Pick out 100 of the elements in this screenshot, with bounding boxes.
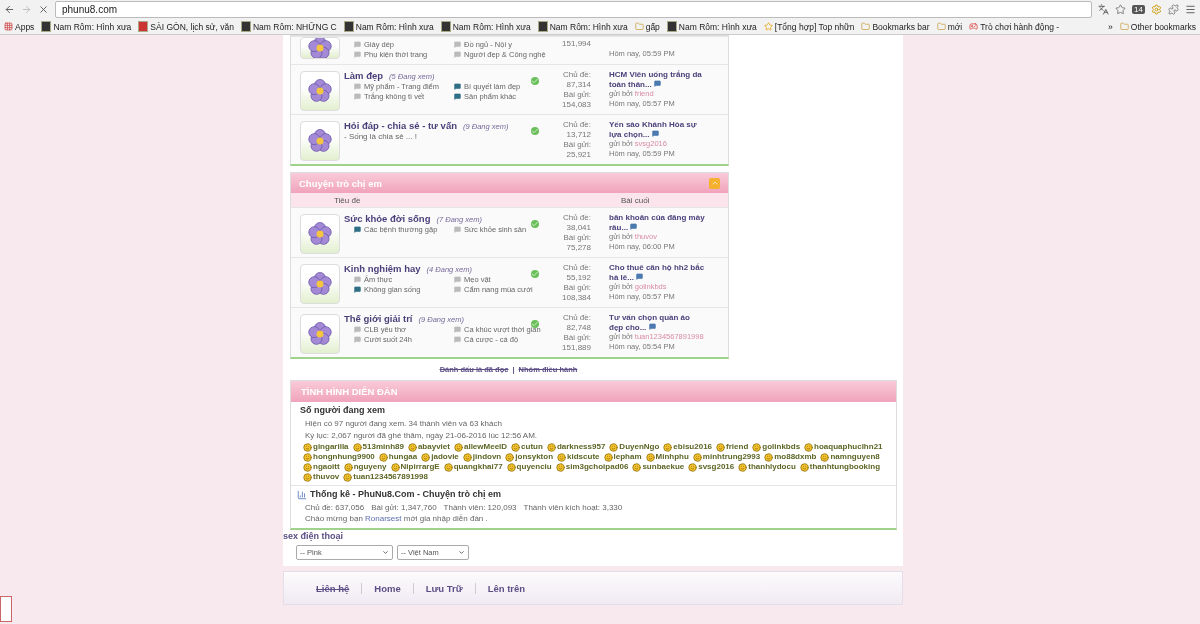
footer-link[interactable]: Home [361,582,413,594]
online-summary: Hiện có 97 người đang xem. 34 thành viên và 63 khách [304,418,503,429]
side-widget-icon[interactable] [0,596,12,622]
online-user[interactable]: mo88dxmb [764,452,817,462]
bookmark-item[interactable]: Bookmarks bar [861,21,930,32]
online-user[interactable]: sunbaekue [632,462,685,472]
online-user[interactable]: kidscute [557,452,600,462]
footer-link[interactable]: Lên trên [474,582,538,594]
stat-text: Chủ đề: [561,120,591,130]
extension-icon[interactable] [1168,4,1179,15]
bookmark-item[interactable]: Trò chơi hành động - [969,21,1060,32]
online-user[interactable]: quangkhai77 [443,462,503,472]
online-user[interactable]: quyenciu [506,462,552,472]
folder-icon [861,22,871,31]
online-user[interactable]: ngaoitt [303,462,340,472]
bookmark-item[interactable]: Nam Rôm: Hình xưa [537,21,628,32]
stat-text: 13,712 [565,130,591,140]
online-user[interactable]: thanhtungbooking [799,462,880,472]
online-user[interactable]: hungaa [378,452,418,462]
last-post-title[interactable]: HCM Viên uống trắng da toàn thân... [609,70,705,89]
column-header: Bài cuối [621,195,650,205]
online-user[interactable]: ebisu2016 [663,442,713,452]
forum-title[interactable]: Thế giới giải trí [344,313,413,324]
bookmark-item[interactable]: Nam Rôm: Hình xưa [440,21,531,32]
check-icon [531,127,539,135]
text-link[interactable]: sex điện thoại [283,531,897,541]
stat-text: 75,278 [565,243,591,253]
online-user[interactable]: DuyenNgo [609,442,660,452]
online-user[interactable]: hongnhung9900 [303,452,375,462]
address-field[interactable]: phunu8.com [55,1,1093,18]
online-user[interactable]: svsg2016 [688,462,735,472]
online-user[interactable]: jadovie [421,452,459,462]
smiley-icon [557,452,567,462]
stat-text: Chủ đề: [561,70,591,80]
close-icon[interactable] [38,4,49,15]
forum-title[interactable]: Hỏi đáp - chia sẻ - tư vấn [344,120,457,131]
online-user[interactable]: hoaquaphuclhn21 [804,442,883,452]
online-user[interactable]: friend [716,442,749,452]
online-user[interactable]: 513minh89 [352,442,404,452]
forum-title[interactable]: Kinh nghiệm hay [344,263,421,274]
online-user[interactable]: namnguyen8 [820,452,880,462]
check-icon [531,320,539,328]
smiley-icon [462,452,472,462]
speech-bubble-icon[interactable] [651,129,659,137]
chevron-up-icon [710,179,719,187]
online-user[interactable]: gingarilla [303,442,349,452]
bookmark-item[interactable]: Nam Rôm: Hình xưa [666,21,757,32]
folder-icon [936,22,946,31]
stat-text: Chủ đề: [561,263,591,273]
online-user[interactable]: jindovn [462,452,502,462]
star-icon[interactable] [1115,4,1127,15]
forum-description: - Sống là chia sẻ ... ! [344,132,418,141]
bookmark-item[interactable]: Nam Rôm: Hình xưa [41,21,132,32]
user-link[interactable]: Ronarsest [365,514,402,523]
online-user[interactable]: darkness957 [546,442,606,452]
bookmark-item[interactable]: gấp [634,21,660,32]
speech-bubble-icon[interactable] [648,322,656,330]
speech-bubble-icon[interactable] [653,79,661,87]
smiley-icon [343,462,353,472]
bookmark-item[interactable]: SÀI GÒN, lịch sử, văn [138,21,234,32]
last-post-title[interactable]: Tư vấn chọn quần áo đẹp cho... [609,313,705,332]
last-post-title[interactable]: Yến sào Khánh Hòa sự lựa chọn... [609,120,705,139]
online-user[interactable]: tuan1234567891998 [343,472,428,482]
online-user[interactable]: Minhphu [645,452,689,462]
online-user[interactable]: thanhlydocu [738,462,796,472]
back-icon[interactable] [4,4,15,15]
last-post-title[interactable]: Cho thuê căn hộ hh2 bắc hà lê... [609,263,705,282]
online-user[interactable]: sim3gchoipad06 [555,462,629,472]
speech-bubble-icon[interactable] [636,272,644,280]
footer-link[interactable]: Liên hệ [304,582,362,594]
online-user[interactable]: thuvov [303,472,340,482]
menu-icon[interactable] [1185,4,1196,15]
smiley-icon [343,472,353,482]
online-user[interactable]: lepham [603,452,642,462]
last-post-title[interactable]: băn khoăn của đăng mày râu... [609,213,705,232]
online-user[interactable]: abayviet [407,442,450,452]
smiley-icon [303,442,312,452]
bookmark-item[interactable]: Other bookmarks [1119,21,1196,32]
online-user[interactable]: nguyeny [343,462,387,472]
smiley-icon [752,442,762,452]
online-user[interactable]: golinkbds [752,442,801,452]
more-bookmarks[interactable]: » [1108,21,1113,32]
online-user[interactable]: jonsykton [505,452,554,462]
bookmark-item[interactable]: mới [936,21,963,32]
online-user[interactable]: allewMeelD [453,442,508,452]
online-user[interactable]: minhtrung2993 [692,452,761,462]
extension-badge[interactable]: 14 [1132,5,1145,14]
stat-text: Chủ đề: 637,056 [305,502,365,513]
bookmark-item[interactable]: [Tổng hợp] Top nhữn [763,21,855,32]
online-user[interactable]: NipirrargE [390,462,440,472]
bookmark-item[interactable]: Nam Rôm: NHỮNG C [241,21,337,32]
speech-bubble-icon[interactable] [630,222,638,230]
stat-text: Bài gửi: 1,347,760 [371,502,437,513]
forum-title[interactable]: Sức khỏe đời sống [344,213,431,224]
footer-link[interactable]: Lưu Trữ [412,582,475,594]
translate-icon[interactable] [1098,4,1110,15]
bookmark-item[interactable]: Nam Rôm: Hình xưa [343,21,434,32]
online-user[interactable]: cutun [511,442,543,452]
bookmark-item[interactable]: Apps [4,21,35,32]
forum-title[interactable]: Làm đẹp [344,70,384,81]
